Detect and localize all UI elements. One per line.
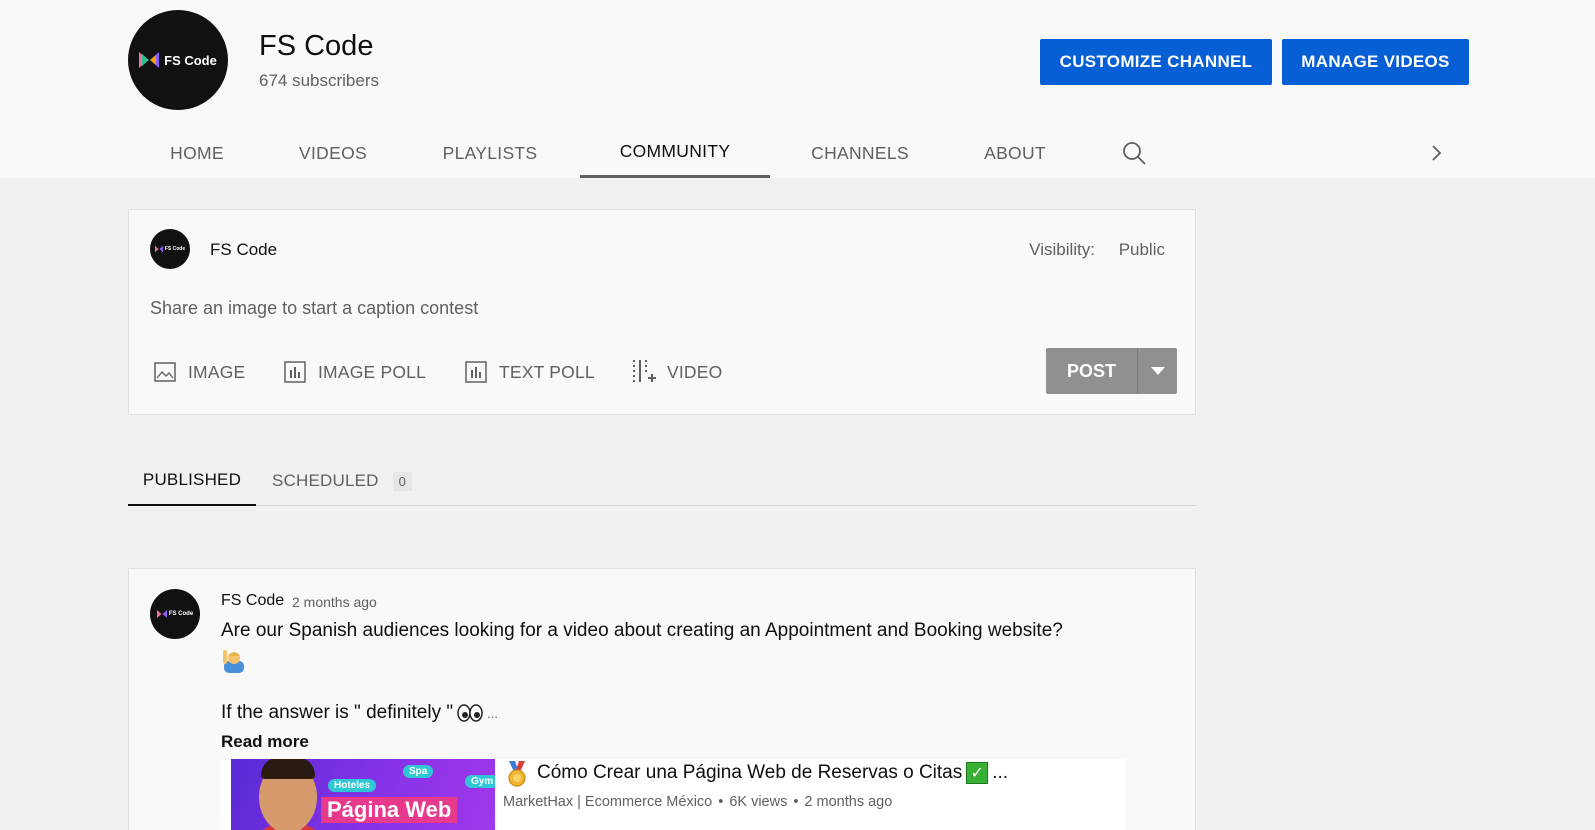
tab-scheduled-label: SCHEDULED (272, 471, 379, 490)
caret-down-icon (1150, 367, 1165, 375)
search-icon (1123, 142, 1146, 165)
tab-channels[interactable]: CHANNELS (770, 128, 950, 178)
fs-logo-icon (139, 52, 160, 68)
attach-text-poll-button[interactable]: TEXT POLL (464, 352, 595, 392)
shared-video-age: 2 months ago (804, 794, 893, 810)
video-icon (633, 360, 656, 382)
check-mark-emoji-icon: ✓ (966, 762, 989, 784)
post-timestamp[interactable]: 2 months ago (292, 594, 377, 610)
person-raising-hand-emoji-icon (223, 650, 244, 673)
thumbnail-person-hair (261, 759, 315, 779)
tab-home[interactable]: HOME (128, 128, 266, 178)
post-author[interactable]: FS Code (221, 592, 284, 610)
attach-text-poll-label: TEXT POLL (499, 361, 595, 382)
subscriber-count: 674 subscribers (259, 71, 380, 90)
shared-video-title[interactable]: Cómo Crear una Página Web de Reservas o … (537, 762, 1008, 784)
video-thumbnail[interactable]: Hoteles Spa Gym Página Web (231, 759, 495, 830)
logo-text: FS Code (164, 52, 217, 68)
shared-video-title-text: Cómo Crear una Página Web de Reservas o … (537, 762, 963, 783)
shared-video-card[interactable]: Hoteles Spa Gym Página Web Cómo Crear un… (221, 759, 1125, 830)
thumbnail-tag: Hoteles (328, 779, 377, 792)
text-poll-icon (465, 361, 487, 383)
shared-video-channel[interactable]: MarketHax | Ecommerce México (503, 794, 712, 810)
logo-text: FS Code (164, 246, 186, 252)
post-text-continued: If the answer is " definitely " ... (221, 702, 498, 724)
meta-separator: • (718, 794, 724, 810)
thumbnail-tag: Spa (403, 765, 434, 778)
fs-code-logo: FS Code (139, 50, 217, 70)
chevron-right-icon (1432, 145, 1442, 161)
customize-channel-button[interactable]: CUSTOMIZE CHANNEL (1040, 39, 1272, 85)
tab-community[interactable]: COMMUNITY (580, 128, 770, 178)
tab-videos[interactable]: VIDEOS (266, 128, 400, 178)
post-text-2: If the answer is " definitely " (221, 702, 454, 723)
post-text-ellipsis: ... (487, 705, 498, 721)
composer-avatar: FS Code (150, 229, 190, 269)
image-poll-icon (284, 361, 306, 383)
fs-logo-icon (154, 245, 163, 253)
medal-emoji-icon (508, 761, 526, 787)
scheduled-count-badge: 0 (392, 471, 413, 491)
thumbnail-tag: Gym (465, 775, 495, 788)
attach-image-button[interactable]: IMAGE (153, 352, 245, 392)
manage-videos-button[interactable]: MANAGE VIDEOS (1282, 39, 1469, 85)
logo-text: FS Code (168, 611, 194, 617)
attach-video-label: VIDEO (667, 361, 723, 382)
tab-published[interactable]: PUBLISHED (128, 456, 256, 506)
post-text: Are our Spanish audiences looking for a … (221, 620, 1063, 641)
composer-input[interactable]: Share an image to start a caption contes… (150, 298, 478, 319)
eyes-emoji-icon (457, 704, 483, 722)
attach-image-label: IMAGE (188, 361, 246, 382)
shared-video-title-ellipsis: ... (992, 762, 1009, 783)
post-composer: FS Code FS Code Visibility: Public Share… (128, 209, 1196, 415)
meta-separator: • (793, 794, 799, 810)
channel-name: FS Code (259, 30, 374, 62)
tab-about[interactable]: ABOUT (950, 128, 1080, 178)
tab-playlists[interactable]: PLAYLISTS (400, 128, 580, 178)
post-button[interactable]: POST (1046, 348, 1137, 394)
post-options-dropdown[interactable] (1137, 348, 1177, 394)
tab-scheduled[interactable]: SCHEDULED 0 (272, 456, 413, 506)
post-author-avatar[interactable]: FS Code (150, 589, 200, 639)
channel-avatar[interactable]: FS Code (128, 10, 228, 110)
shared-video-meta: MarketHax | Ecommerce México • 6K views … (503, 794, 892, 810)
visibility-dropdown[interactable]: Public (1119, 240, 1165, 260)
post-status-tabs: PUBLISHED SCHEDULED 0 (128, 456, 1196, 506)
shared-video-views: 6K views (729, 794, 788, 810)
post-button-group: POST (1046, 348, 1177, 394)
thumbnail-title: Página Web (321, 797, 458, 823)
image-icon (154, 362, 176, 382)
community-post: FS Code FS Code 2 months ago Are our Spa… (128, 568, 1196, 830)
attach-video-button[interactable]: VIDEO (630, 352, 722, 392)
attach-image-poll-button[interactable]: IMAGE POLL (283, 352, 426, 392)
visibility-label: Visibility: (1029, 240, 1095, 259)
composer-author: FS Code (210, 240, 278, 259)
channel-header: FS Code FS Code 674 subscribers CUSTOMIZ… (0, 0, 1595, 178)
read-more-link[interactable]: Read more (221, 732, 309, 752)
fs-logo-icon (156, 610, 167, 618)
channel-search-button[interactable] (1112, 131, 1156, 175)
tabs-scroll-right-button[interactable] (1416, 131, 1456, 175)
attach-image-poll-label: IMAGE POLL (318, 361, 427, 382)
